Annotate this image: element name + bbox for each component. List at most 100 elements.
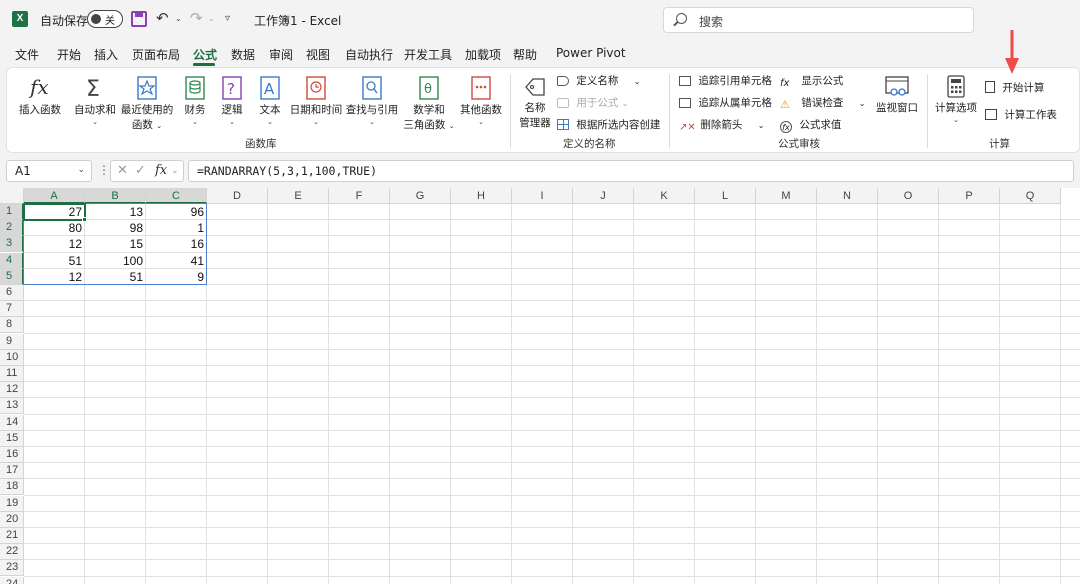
tab-addins[interactable]: 加载项: [465, 46, 501, 63]
logical-button[interactable]: ? 逻辑 ⌄: [217, 74, 247, 126]
column-header-o[interactable]: O: [878, 188, 939, 204]
tab-file[interactable]: 文件: [15, 46, 39, 63]
cancel-icon[interactable]: ✕: [117, 163, 128, 178]
error-checking-button[interactable]: ⚠ 错误检查 ⌄: [780, 95, 865, 111]
worksheet-grid[interactable]: A B C D E F G H I J K L M N O P Q 1 2 3 4 5 6 7 8 9 10 11 12 13 14 15 16…: [0, 188, 1080, 584]
row-header-11[interactable]: 11: [0, 366, 24, 382]
column-header-i[interactable]: I: [512, 188, 573, 204]
column-header-k[interactable]: K: [634, 188, 695, 204]
tab-help[interactable]: 帮助: [513, 46, 537, 63]
column-header-d[interactable]: D: [207, 188, 268, 204]
math-trig-button[interactable]: θ 数学和 三角函数 ⌄: [403, 74, 455, 132]
row-header-9[interactable]: 9: [0, 333, 24, 350]
select-all-corner[interactable]: [0, 188, 24, 204]
trace-dependents-button[interactable]: 追踪从属单元格: [679, 95, 772, 110]
row-header-6[interactable]: 6: [0, 285, 24, 301]
tab-developer[interactable]: 开发工具: [404, 46, 452, 63]
column-header-c[interactable]: C: [146, 188, 207, 204]
recently-used-button[interactable]: 最近使用的 函数 ⌄: [120, 74, 174, 132]
column-header-h[interactable]: H: [451, 188, 512, 204]
formula-input[interactable]: =RANDARRAY(5,3,1,100,TRUE): [188, 160, 1074, 182]
redo-dropdown-icon[interactable]: ⌄: [208, 14, 215, 32]
row-header-16[interactable]: 16: [0, 447, 24, 463]
customize-toolbar-icon[interactable]: ▿: [225, 13, 230, 31]
column-header-a[interactable]: A: [24, 188, 85, 204]
tab-automate[interactable]: 自动执行: [345, 46, 393, 63]
row-header-13[interactable]: 13: [0, 398, 24, 415]
calculate-now-button[interactable]: 开始计算: [985, 80, 1044, 95]
row-header-20[interactable]: 20: [0, 511, 24, 528]
row-header-21[interactable]: 21: [0, 528, 24, 544]
chevron-down-icon[interactable]: ⌄: [171, 166, 179, 176]
column-header-e[interactable]: E: [268, 188, 329, 204]
tab-power-pivot[interactable]: Power Pivot: [556, 46, 626, 60]
create-from-selection-button[interactable]: 根据所选内容创建: [557, 117, 660, 132]
insert-function-fx-icon[interactable]: fx: [155, 163, 167, 178]
row-header-12[interactable]: 12: [0, 382, 24, 399]
column-header-q[interactable]: Q: [1000, 188, 1061, 204]
row-header-5[interactable]: 5: [0, 268, 24, 285]
tab-view[interactable]: 视图: [306, 46, 330, 63]
tab-home[interactable]: 开始: [57, 46, 81, 63]
remove-arrows-button[interactable]: ↗✕ 删除箭头 ⌄: [679, 117, 764, 134]
tab-review[interactable]: 审阅: [269, 46, 293, 63]
insert-function-button[interactable]: fx 插入函数: [15, 74, 65, 117]
row-header-14[interactable]: 14: [0, 414, 24, 431]
row-header-23[interactable]: 23: [0, 560, 24, 577]
show-formulas-button[interactable]: fx 显示公式: [780, 73, 843, 90]
column-header-m[interactable]: M: [756, 188, 817, 204]
column-header-p[interactable]: P: [939, 188, 1000, 204]
datetime-button[interactable]: 日期和时间 ⌄: [289, 74, 343, 126]
row-header-10[interactable]: 10: [0, 349, 24, 366]
name-manager-button[interactable]: 名称 管理器: [515, 74, 555, 130]
calculation-options-button[interactable]: 计算选项 ⌄: [933, 74, 979, 124]
row-header-24[interactable]: 24: [0, 576, 24, 584]
gridline-horizontal: [24, 397, 1080, 399]
row-header-7[interactable]: 7: [0, 301, 24, 318]
row-header-3[interactable]: 3: [0, 236, 24, 253]
column-header-b[interactable]: B: [85, 188, 146, 204]
column-header-j[interactable]: J: [573, 188, 634, 204]
evaluate-formula-button[interactable]: fx 公式求值: [780, 117, 841, 133]
row-header-8[interactable]: 8: [0, 317, 24, 334]
watch-window-button[interactable]: 监视窗口: [875, 74, 919, 115]
row-header-19[interactable]: 19: [0, 495, 24, 512]
search-icon: [676, 13, 687, 24]
enter-check-icon[interactable]: ✓: [135, 163, 146, 178]
autosum-button[interactable]: Σ 自动求和 ⌄: [73, 74, 117, 126]
row-header-17[interactable]: 17: [0, 463, 24, 480]
row-header-4[interactable]: 4: [0, 252, 24, 269]
undo-dropdown-icon[interactable]: ⌄: [175, 14, 182, 32]
row-header-2[interactable]: 2: [0, 220, 24, 237]
tab-formulas[interactable]: 公式: [193, 46, 217, 63]
trace-precedents-button[interactable]: 追踪引用单元格: [679, 73, 772, 88]
use-in-formula-button[interactable]: 用于公式 ⌄: [557, 95, 628, 110]
chevron-down-icon[interactable]: ⌄: [77, 165, 85, 175]
define-name-button[interactable]: 定义名称 ⌄: [557, 73, 640, 88]
gridline-horizontal: [24, 478, 1080, 480]
undo-icon[interactable]: ↶: [156, 9, 169, 27]
column-header-f[interactable]: F: [329, 188, 390, 204]
tab-data[interactable]: 数据: [231, 46, 255, 63]
redo-icon[interactable]: ↷: [190, 9, 203, 27]
fill-handle[interactable]: [82, 217, 87, 223]
column-header-l[interactable]: L: [695, 188, 756, 204]
column-header-g[interactable]: G: [390, 188, 451, 204]
search-box[interactable]: 搜索: [663, 7, 974, 33]
financial-button[interactable]: 财务 ⌄: [179, 74, 211, 126]
row-header-18[interactable]: 18: [0, 479, 24, 496]
row-header-22[interactable]: 22: [0, 544, 24, 561]
formula-bar-splitter[interactable]: ⋮: [98, 163, 110, 177]
save-icon[interactable]: [131, 11, 147, 27]
text-functions-button[interactable]: A 文本 ⌄: [255, 74, 285, 126]
calculate-sheet-button[interactable]: 计算工作表: [985, 107, 1057, 122]
column-header-n[interactable]: N: [817, 188, 878, 204]
row-header-1[interactable]: 1: [0, 204, 24, 220]
tab-page-layout[interactable]: 页面布局: [132, 46, 180, 63]
tab-insert[interactable]: 插入: [94, 46, 118, 63]
more-functions-button[interactable]: 其他函数 ⌄: [457, 74, 505, 126]
autosave-toggle[interactable]: 关: [87, 10, 123, 28]
lookup-button[interactable]: 查找与引用 ⌄: [345, 74, 399, 126]
row-header-15[interactable]: 15: [0, 430, 24, 447]
name-box[interactable]: A1 ⌄: [6, 160, 92, 182]
